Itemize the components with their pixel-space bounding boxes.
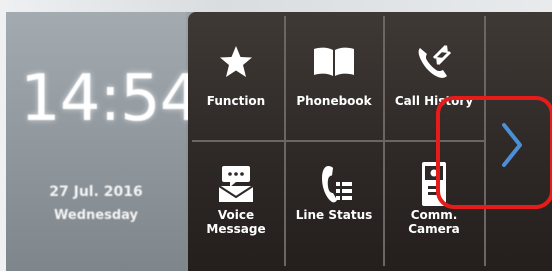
clock-display: 14:54 — [20, 62, 200, 136]
line-status-icon — [286, 162, 382, 206]
phonebook-button[interactable]: Phonebook — [286, 12, 382, 136]
phonebook-label: Phonebook — [296, 94, 372, 108]
photo-background: 14:54 27 Jul. 2016 Wednesday Function Ph… — [0, 0, 552, 271]
device-screen: 14:54 27 Jul. 2016 Wednesday Function Ph… — [6, 12, 552, 271]
weekday-display: Wednesday — [54, 208, 138, 223]
line-status-label: Line Status — [295, 208, 373, 222]
function-button[interactable]: Function — [188, 12, 284, 136]
status-pane: 14:54 27 Jul. 2016 Wednesday — [6, 12, 200, 271]
voice-message-button[interactable]: Voice Message — [188, 142, 284, 266]
book-icon — [286, 40, 382, 84]
voice-message-icon — [188, 162, 284, 206]
comm-camera-label: Comm. Camera — [408, 208, 460, 236]
call-history-icon — [386, 40, 482, 84]
function-label: Function — [206, 94, 266, 108]
star-icon — [188, 40, 284, 84]
voice-message-label: Voice Message — [206, 208, 266, 236]
highlight-annotation — [436, 96, 552, 209]
date-display: 27 Jul. 2016 — [49, 184, 143, 200]
line-status-button[interactable]: Line Status — [286, 142, 382, 266]
